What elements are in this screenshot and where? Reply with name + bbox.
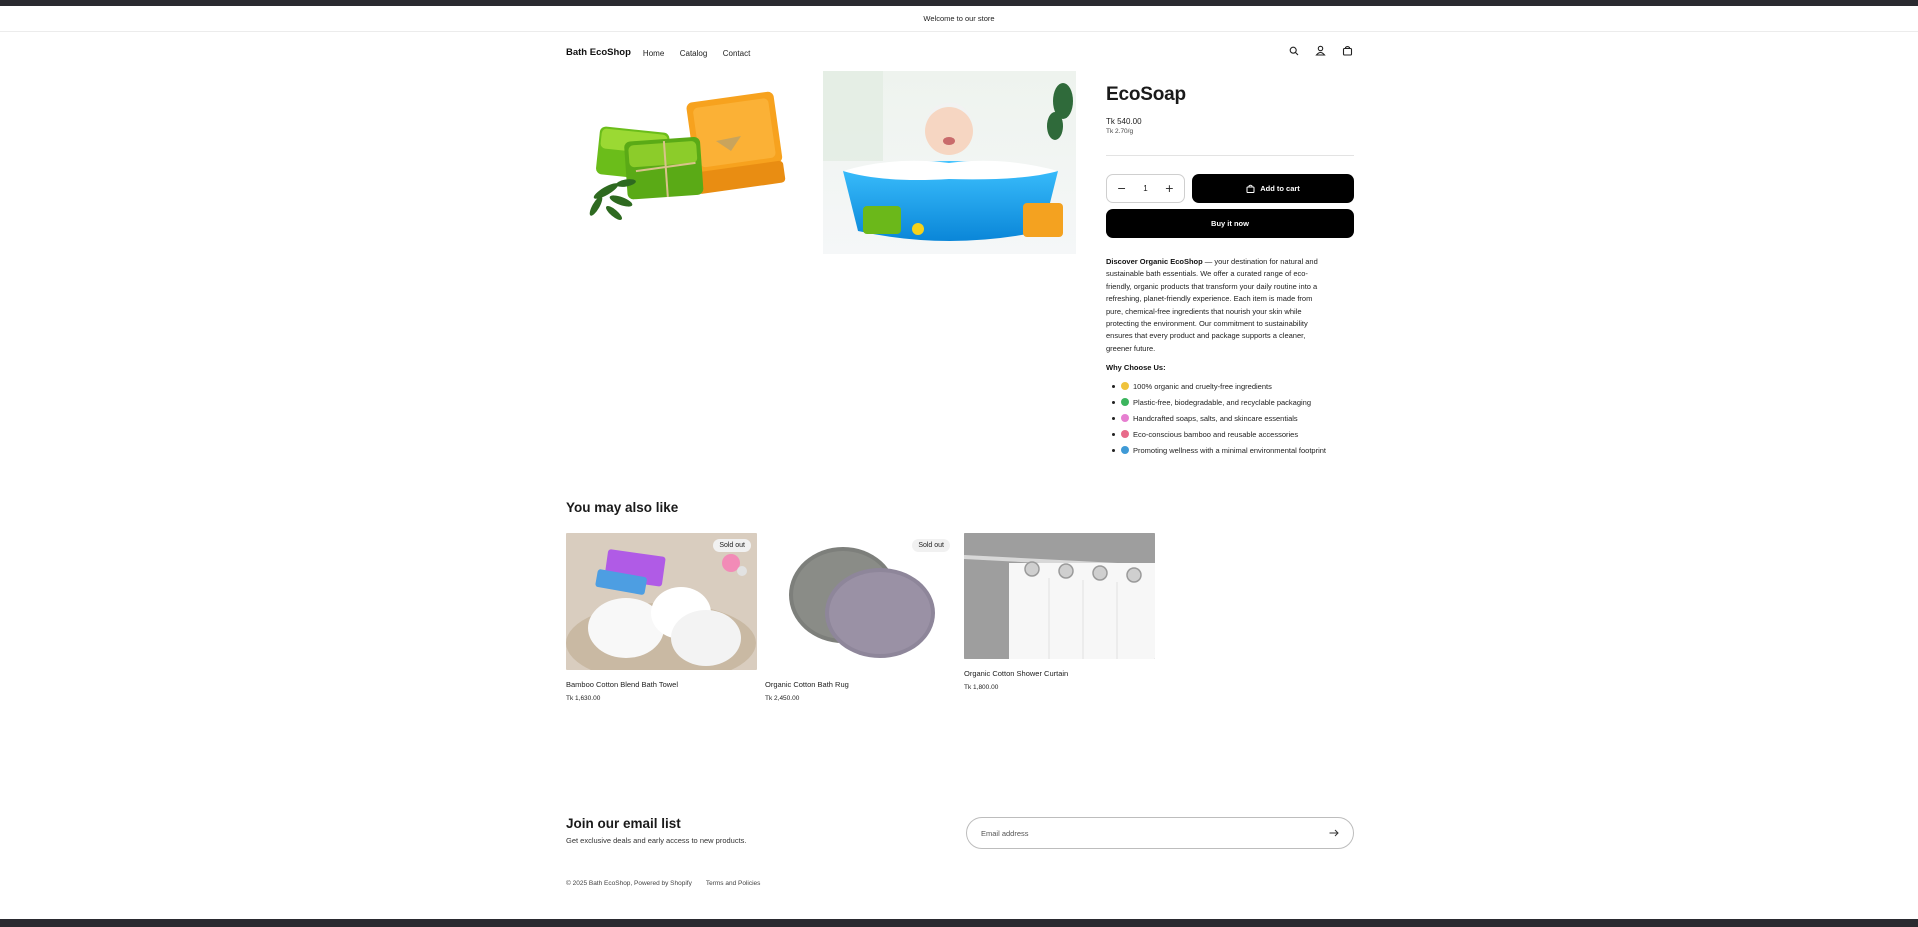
nav-home[interactable]: Home	[643, 49, 664, 58]
product-price: Tk 540.00	[1106, 117, 1142, 126]
newsletter-subtitle: Get exclusive deals and early access to …	[566, 836, 747, 845]
card-image[interactable]	[964, 533, 1155, 659]
divider	[1106, 155, 1354, 156]
card-image[interactable]: Sold out	[566, 533, 757, 670]
why-choose-title: Why Choose Us:	[1106, 363, 1166, 373]
email-signup-form	[966, 817, 1354, 849]
site-footer: © 2025 Bath EcoShop, Powered by Shopify …	[566, 880, 760, 887]
list-item: Handcrafted soaps, salts, and skincare e…	[1106, 410, 1354, 426]
cart-icon[interactable]	[1341, 44, 1354, 57]
card-price: Tk 2,450.00	[765, 695, 800, 702]
unit-price: Tk 2.70/g	[1106, 128, 1134, 135]
site-header: Bath EcoShop Home Catalog Contact	[566, 42, 1354, 62]
product-card[interactable]: Organic Cotton Shower Curtain Tk 1,800.0…	[964, 533, 1155, 691]
card-image[interactable]: Sold out	[765, 533, 956, 670]
buy-now-button[interactable]: Buy it now	[1106, 209, 1354, 238]
main-nav: Home Catalog Contact	[643, 43, 761, 61]
decrease-quantity-button[interactable]: −	[1117, 182, 1126, 195]
why-choose-list: 100% organic and cruelty-free ingredient…	[1106, 378, 1354, 458]
product-info: EcoSoap Tk 540.00 Tk 2.70/g − 1 + Add to…	[1106, 84, 1354, 458]
newsletter-title: Join our email list	[566, 816, 681, 831]
copyright-text: © 2025 Bath EcoShop, Powered by Shopify	[566, 880, 692, 887]
arrow-right-icon[interactable]	[1329, 824, 1339, 842]
globe-icon	[1121, 446, 1129, 455]
product-title: EcoSoap	[1106, 84, 1186, 105]
card-title[interactable]: Organic Cotton Shower Curtain	[964, 669, 1155, 678]
soap-icon	[1121, 414, 1129, 423]
card-title[interactable]: Bamboo Cotton Blend Bath Towel	[566, 680, 757, 689]
product-image-soaps[interactable]	[566, 71, 818, 254]
bamboo-icon	[1121, 430, 1129, 439]
list-item: 100% organic and cruelty-free ingredient…	[1106, 378, 1354, 394]
card-price: Tk 1,800.00	[964, 684, 999, 691]
sold-out-badge: Sold out	[912, 539, 950, 552]
increase-quantity-button[interactable]: +	[1165, 182, 1174, 195]
recommendations-title: You may also like	[566, 500, 679, 515]
description-body: — your destination for natural and susta…	[1106, 257, 1318, 353]
announcement-bar: Welcome to our store	[0, 6, 1918, 32]
browser-bottom-bar	[0, 919, 1918, 927]
card-price: Tk 1,630.00	[566, 695, 601, 702]
cart-row: − 1 + Add to cart	[1106, 174, 1354, 203]
quantity-stepper: − 1 +	[1106, 174, 1185, 203]
nav-catalog[interactable]: Catalog	[680, 49, 708, 58]
email-input[interactable]	[981, 828, 1329, 838]
leaf-icon	[1121, 382, 1129, 391]
add-to-cart-label: Add to cart	[1260, 184, 1300, 193]
description-lead: Discover Organic EcoShop	[1106, 257, 1203, 266]
product-card[interactable]: Sold out Organic Cotton Bath Rug Tk 2,45…	[765, 533, 956, 702]
list-item: Promoting wellness with a minimal enviro…	[1106, 442, 1354, 458]
card-title[interactable]: Organic Cotton Bath Rug	[765, 680, 956, 689]
account-icon[interactable]	[1314, 44, 1327, 57]
list-item: Eco-conscious bamboo and reusable access…	[1106, 426, 1354, 442]
recycle-icon	[1121, 398, 1129, 407]
announcement-text: Welcome to our store	[923, 14, 995, 23]
nav-contact[interactable]: Contact	[723, 49, 751, 58]
search-icon[interactable]	[1287, 44, 1300, 57]
store-logo[interactable]: Bath EcoShop	[566, 47, 631, 58]
sold-out-badge: Sold out	[713, 539, 751, 552]
product-description: Discover Organic EcoShop — your destinat…	[1106, 256, 1319, 355]
terms-policies-link[interactable]: Terms and Policies	[706, 880, 761, 887]
product-image-bathtub[interactable]	[823, 71, 1076, 254]
quantity-value[interactable]: 1	[1143, 184, 1147, 193]
header-icons	[1287, 44, 1354, 57]
list-item: Plastic-free, biodegradable, and recycla…	[1106, 394, 1354, 410]
bag-icon	[1246, 184, 1255, 193]
product-card[interactable]: Sold out Bamboo Cotton Blend Bath Towel …	[566, 533, 757, 702]
add-to-cart-button[interactable]: Add to cart	[1192, 174, 1354, 203]
